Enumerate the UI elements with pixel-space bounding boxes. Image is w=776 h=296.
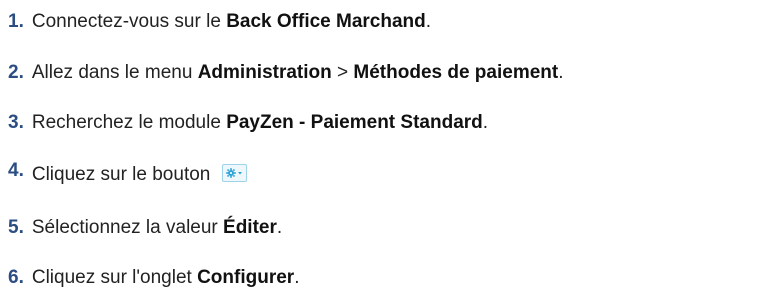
step-separator: > bbox=[331, 62, 354, 83]
step-1: 1. Connectez-vous sur le Back Office Marc… bbox=[8, 10, 431, 34]
step-bold-text: Éditer bbox=[223, 217, 277, 238]
step-bold-text: Back Office Marchand bbox=[226, 11, 426, 32]
gear-dropdown-icon bbox=[225, 168, 242, 178]
step-number: 3. bbox=[8, 112, 24, 133]
step-text: Connectez-vous sur le bbox=[31, 11, 227, 32]
step-text: Recherchez le module bbox=[31, 112, 227, 133]
step-bold-text-2: Méthodes de paiement bbox=[353, 62, 559, 83]
step-text: Sélectionnez la valeur bbox=[31, 217, 224, 238]
step-number: 4. bbox=[8, 160, 24, 181]
step-bold-text: Administration bbox=[197, 62, 332, 83]
step-punctuation: . bbox=[425, 11, 432, 32]
step-text: Allez dans le menu bbox=[31, 62, 198, 83]
gear-dropdown-button[interactable] bbox=[221, 163, 247, 182]
step-punctuation: . bbox=[276, 217, 283, 238]
step-2: 2. Allez dans le menu Administration > Mé… bbox=[8, 61, 564, 85]
step-number: 2. bbox=[8, 62, 24, 83]
step-bold-text: PayZen - Paiement Standard bbox=[226, 112, 483, 133]
step-4: 4. Cliquez sur le bouton bbox=[8, 160, 247, 187]
step-punctuation: . bbox=[558, 62, 564, 83]
step-bold-text: Configurer bbox=[197, 267, 295, 288]
step-6: 6. Cliquez sur l'onglet Configurer. bbox=[8, 266, 299, 290]
step-text: Cliquez sur le bouton bbox=[31, 164, 216, 185]
step-punctuation: . bbox=[294, 267, 300, 288]
step-5: 5. Sélectionnez la valeur Éditer. bbox=[8, 216, 282, 240]
step-3: 3. Recherchez le module PayZen - Paiement… bbox=[8, 111, 488, 135]
step-number: 5. bbox=[8, 217, 24, 238]
step-number: 1. bbox=[8, 11, 24, 32]
step-text: Cliquez sur l'onglet bbox=[31, 267, 198, 288]
step-punctuation: . bbox=[482, 112, 489, 133]
instruction-steps: 1. Connectez-vous sur le Back Office Marc… bbox=[0, 0, 776, 296]
step-number: 6. bbox=[8, 267, 24, 288]
